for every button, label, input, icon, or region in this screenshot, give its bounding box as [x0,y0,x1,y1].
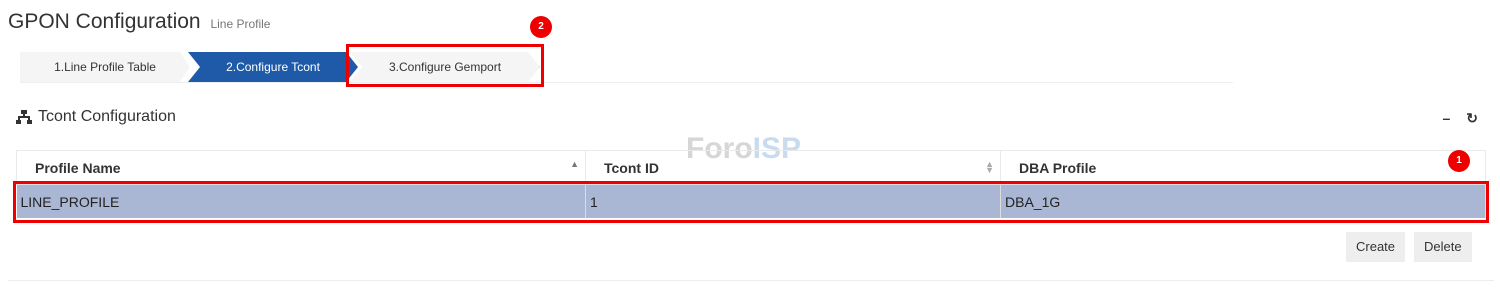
panel-tools: – ↻ [1442,110,1478,127]
wizard-steps: 1.Line Profile Table 2.Configure Tcont 3… [20,52,1233,83]
sitemap-icon [16,109,32,125]
refresh-icon[interactable]: ↻ [1466,110,1478,127]
column-label: Profile Name [35,159,121,176]
section-header: Tcont Configuration [16,108,176,126]
sort-asc-icon: ▲ [570,159,579,169]
annotation-badge-1: 1 [1448,150,1470,172]
column-header-dba-profile[interactable]: DBA Profile [1000,150,1486,185]
wizard-step-configure-gemport[interactable]: 3.Configure Gemport [350,52,540,82]
wizard-step-line-profile-table[interactable]: 1.Line Profile Table [20,52,190,82]
table-row[interactable]: LINE_PROFILE 1 DBA_1G [16,184,1486,218]
annotation-badge-2: 2 [530,16,552,38]
column-header-tcont-id[interactable]: Tcont ID ▲ ▼ [585,150,1001,185]
page-title-text: GPON Configuration [8,10,201,33]
create-button[interactable]: Create [1346,232,1406,262]
page-title: GPON Configuration Line Profile [8,10,270,34]
minus-icon[interactable]: – [1442,110,1450,127]
column-label: DBA Profile [1019,159,1097,176]
table-header-row: Profile Name ▲ Tcont ID ▲ ▼ DBA Profile [16,150,1486,185]
sort-both-icon: ▲ ▼ [985,159,994,175]
page-subtitle: Line Profile [210,17,271,31]
column-label: Tcont ID [604,159,659,176]
panel-divider [8,280,1494,281]
cell-tcont-id: 1 [585,184,1001,218]
delete-button[interactable]: Delete [1414,232,1472,262]
cell-dba-profile: DBA_1G [1000,184,1486,218]
wizard-step-configure-tcont[interactable]: 2.Configure Tcont [188,52,358,82]
cell-profile-name: LINE_PROFILE [16,184,586,218]
tcont-table: Profile Name ▲ Tcont ID ▲ ▼ DBA Profile L… [16,150,1486,218]
section-title: Tcont Configuration [38,108,176,125]
column-header-profile-name[interactable]: Profile Name ▲ [16,150,586,185]
